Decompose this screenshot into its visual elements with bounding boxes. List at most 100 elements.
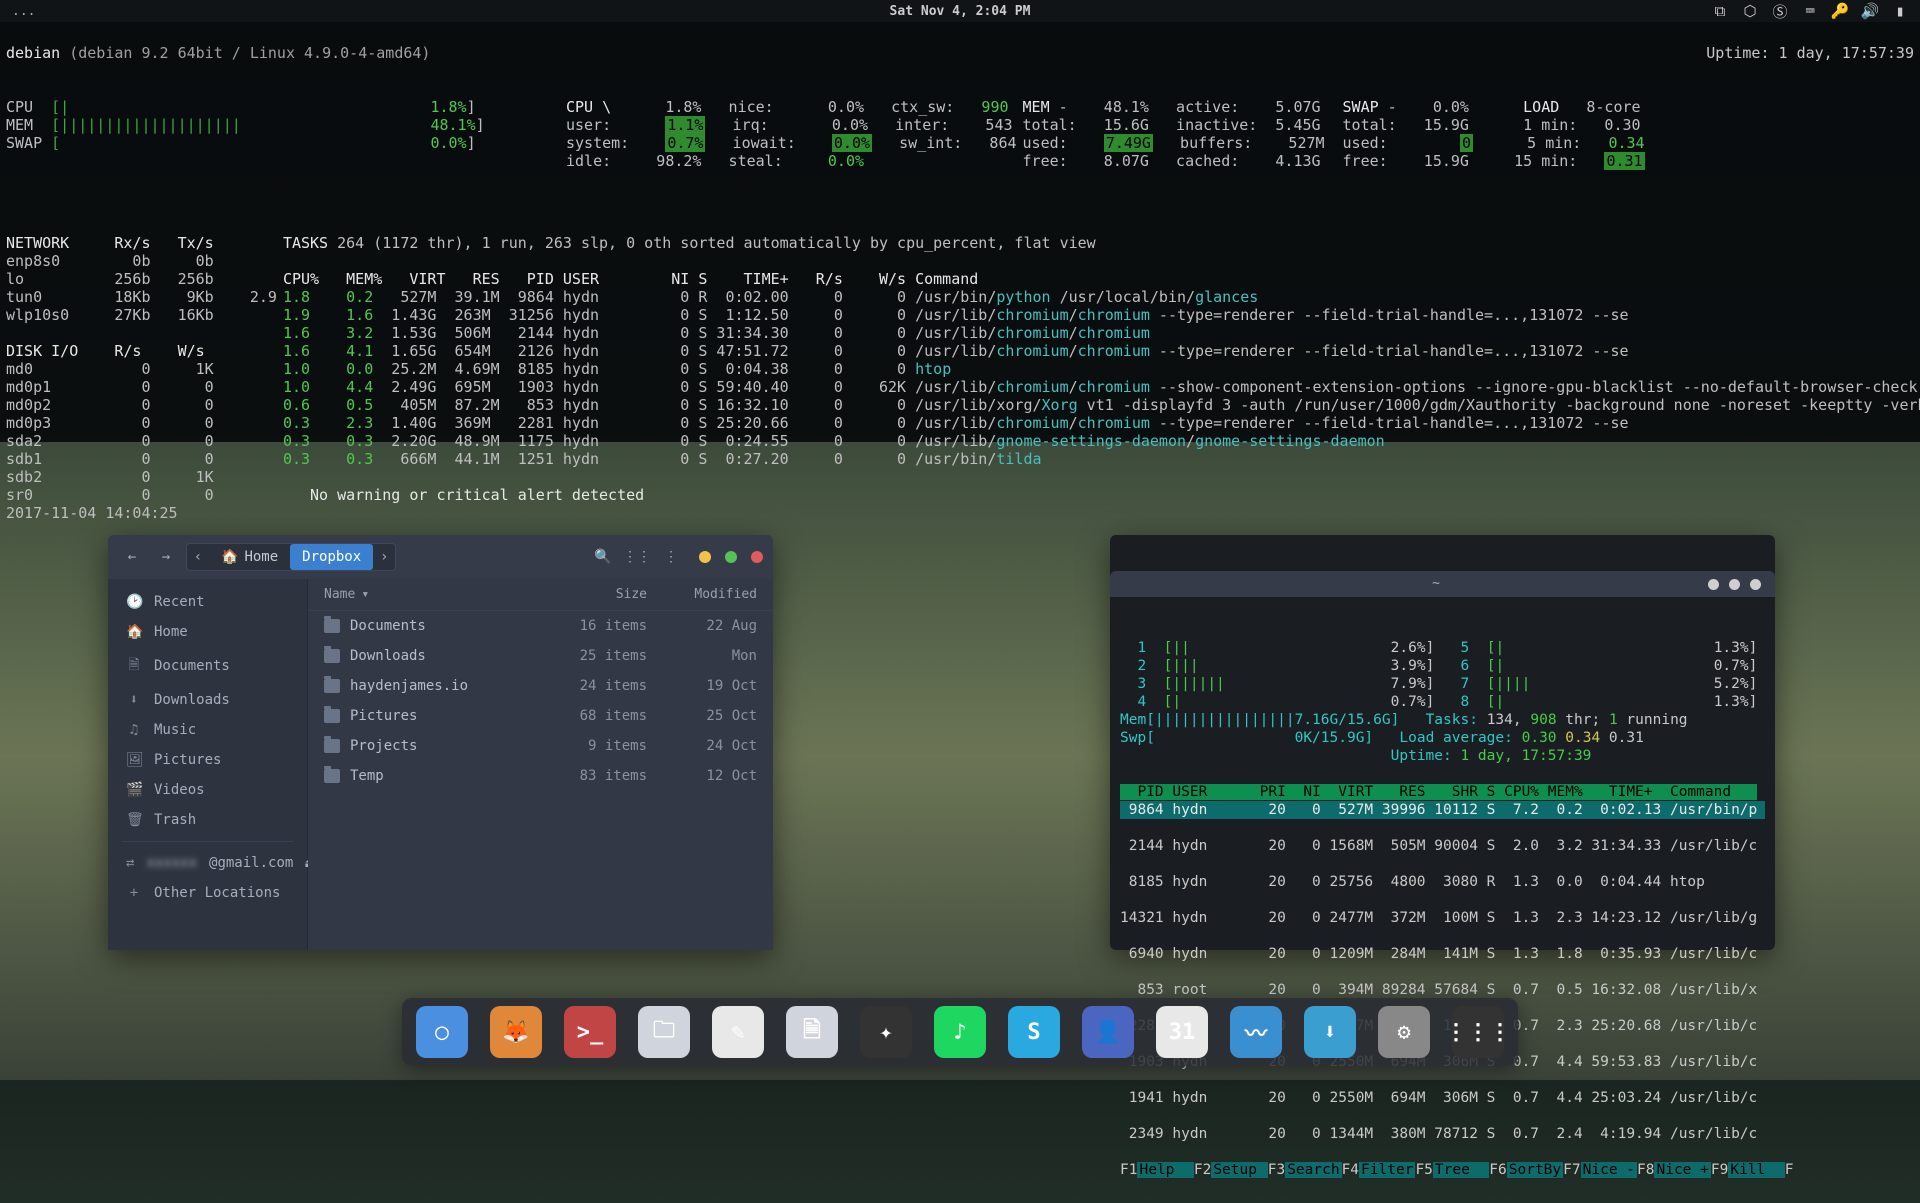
skype-tray-icon[interactable]: Ⓢ [1772, 3, 1788, 19]
sidebar-item-documents[interactable]: 🗎Documents [108, 647, 307, 685]
file-row[interactable]: haydenjames.io 24 items19 Oct [308, 671, 773, 701]
htop-window: ~ 1 [|| 2.6%] 5 [| 1.3%] 2 [||| 3.9%] 6 … [1110, 535, 1775, 950]
view-grid-icon[interactable]: ⋮⋮ [623, 543, 651, 571]
forward-button[interactable]: → [152, 543, 180, 571]
system-tray: ⧉ ⬡ Ⓢ ⌨ 🔑 🔊 ▮ [1712, 3, 1908, 19]
process-row[interactable]: 8185 hydn 20 0 25756 4800 3080 R 1.3 0.0… [1120, 873, 1765, 891]
process-row[interactable]: 14321 hydn 20 0 2477M 372M 100M S 1.3 2.… [1120, 909, 1765, 927]
apps-icon: ⋮⋮⋮ [1445, 1020, 1511, 1045]
dock-document[interactable]: 🗎 [786, 1006, 838, 1058]
process-row[interactable]: 2349 hydn 20 0 1344M 380M 78712 S 0.7 2.… [1120, 1125, 1765, 1143]
calendar-icon: 31 [1169, 1020, 1196, 1045]
file-row[interactable]: Pictures 68 items25 Oct [308, 701, 773, 731]
sidebar-other-locations[interactable]: +Other Locations [108, 878, 307, 908]
monitor-icon: 〰 [1245, 1016, 1267, 1048]
dropbox-icon[interactable]: ⬡ [1742, 3, 1758, 19]
column-name[interactable]: Name▾ [324, 587, 537, 602]
file-list: Name▾ Size Modified Documents 16 items22… [308, 579, 773, 950]
process-row[interactable]: 6940 hydn 20 0 1209M 284M 141M S 1.3 1.8… [1120, 945, 1765, 963]
htop-columns[interactable]: PID USER PRI NI VIRT RES SHR S CPU% MEM%… [1120, 784, 1757, 800]
path-next-icon[interactable]: › [373, 543, 395, 571]
sidebar-item-trash[interactable]: 🗑Trash [108, 805, 307, 835]
sidebar-item-videos[interactable]: 🎬Videos [108, 775, 307, 805]
process-row[interactable]: 853 root 20 0 394M 89284 57684 S 0.7 0.5… [1120, 981, 1765, 999]
files-headerbar: ← → ‹ 🏠 Home Dropbox › 🔍 ⋮⋮ ⋮ [108, 535, 773, 579]
file-row[interactable]: Downloads 25 itemsMon [308, 641, 773, 671]
sidebar-item-downloads[interactable]: ⬇Downloads [108, 685, 307, 715]
path-home[interactable]: 🏠 Home [209, 549, 290, 565]
clock[interactable]: Sat Nov 4, 2:04 PM [890, 4, 1031, 19]
path-bar: ‹ 🏠 Home Dropbox › [186, 543, 396, 571]
screenshot-icon[interactable]: ⧉ [1712, 3, 1728, 19]
dock-monitor[interactable]: 〰 [1230, 1006, 1282, 1058]
window-minimize[interactable] [1708, 579, 1719, 590]
column-modified[interactable]: Modified [647, 587, 757, 602]
dock-settings[interactable]: ⚙ [1378, 1006, 1430, 1058]
folder-icon [324, 679, 340, 693]
process-row[interactable]: 9864 hydn 20 0 527M 39996 10112 S 7.2 0.… [1120, 801, 1765, 819]
folder-icon [324, 709, 340, 723]
dock-contacts[interactable]: 👤 [1082, 1006, 1134, 1058]
dock-photos[interactable]: ✦ [860, 1006, 912, 1058]
dock-terminal[interactable]: >_ [564, 1006, 616, 1058]
folder-icon [324, 649, 340, 663]
dock-apps[interactable]: ⋮⋮⋮ [1452, 1006, 1504, 1058]
gnome-top-panel: ... Sat Nov 4, 2:04 PM ⧉ ⬡ Ⓢ ⌨ 🔑 🔊 ▮ [0, 0, 1920, 22]
folder-icon [324, 739, 340, 753]
file-row[interactable]: Projects 9 items24 Oct [308, 731, 773, 761]
window-close[interactable] [751, 551, 763, 563]
battery-icon[interactable]: ▮ [1892, 3, 1908, 19]
window-maximize[interactable] [1729, 579, 1740, 590]
activities-button[interactable]: ... [12, 4, 35, 19]
chrome-icon: ◯ [435, 1020, 448, 1045]
firefox-icon: 🦊 [502, 1020, 529, 1045]
process-row[interactable]: 1941 hydn 20 0 2550M 694M 306M S 0.7 4.4… [1120, 1089, 1765, 1107]
htop-title: ~ [1164, 575, 1708, 593]
sidebar-network-account[interactable]: ⇄xxxxxx@gmail.com⏏ [108, 848, 307, 878]
document-icon: 🗎 [803, 1013, 821, 1051]
uptime-text: Uptime: 1 day, 17:57:39 [1706, 44, 1914, 62]
gedit-icon: ✎ [731, 1020, 744, 1045]
keyboard-icon[interactable]: ⌨ [1802, 3, 1818, 19]
videos-icon: 🎬 [126, 782, 142, 798]
dock-downloader[interactable]: ⬇ [1304, 1006, 1356, 1058]
photos-icon: ✦ [879, 1020, 892, 1045]
spotify-icon: ♪ [953, 1020, 966, 1045]
path-dropbox[interactable]: Dropbox [290, 544, 373, 570]
trash-icon: 🗑 [126, 812, 142, 828]
sidebar-item-music[interactable]: ♫Music [108, 715, 307, 745]
skype-icon: S [1027, 1020, 1040, 1045]
dock-calendar[interactable]: 31 [1156, 1006, 1208, 1058]
dock-skype[interactable]: S [1008, 1006, 1060, 1058]
back-button[interactable]: ← [118, 543, 146, 571]
dock-gedit[interactable]: ✎ [712, 1006, 764, 1058]
column-size[interactable]: Size [537, 587, 647, 602]
dock-chrome[interactable]: ◯ [416, 1006, 468, 1058]
file-row[interactable]: Temp 83 items12 Oct [308, 761, 773, 791]
htop-fkeys[interactable]: F1Help F2Setup F3SearchF4FilterF5Tree F6… [1120, 1162, 1793, 1178]
hamburger-icon[interactable]: ⋮ [657, 543, 685, 571]
files-sidebar: 🕑Recent🏠Home🗎Documents⬇Downloads♫Music🖼P… [108, 579, 308, 950]
files-icon: 🗀 [653, 1013, 675, 1051]
htop-body: 1 [|| 2.6%] 5 [| 1.3%] 2 [||| 3.9%] 6 [|… [1110, 633, 1775, 1185]
volume-icon[interactable]: 🔊 [1862, 3, 1878, 19]
dock-spotify[interactable]: ♪ [934, 1006, 986, 1058]
downloader-icon: ⬇ [1323, 1020, 1336, 1045]
sort-indicator-icon: ▾ [361, 587, 369, 602]
sidebar-item-pictures[interactable]: 🖼Pictures [108, 745, 307, 775]
dock: ◯ 🦊 >_ 🗀 ✎ 🗎 ✦ ♪ S 👤 31 〰 ⬇ ⚙ ⋮⋮⋮ [402, 998, 1518, 1066]
vpn-icon[interactable]: 🔑 [1832, 3, 1848, 19]
window-close[interactable] [1750, 579, 1761, 590]
window-maximize[interactable] [725, 551, 737, 563]
process-row[interactable]: 2144 hydn 20 0 1568M 505M 90004 S 2.0 3.… [1120, 837, 1765, 855]
documents-icon: 🗎 [126, 654, 142, 678]
path-prev-icon[interactable]: ‹ [187, 543, 209, 571]
sidebar-item-recent[interactable]: 🕑Recent [108, 587, 307, 617]
sidebar-item-home[interactable]: 🏠Home [108, 617, 307, 647]
dock-firefox[interactable]: 🦊 [490, 1006, 542, 1058]
dock-files[interactable]: 🗀 [638, 1006, 690, 1058]
window-minimize[interactable] [699, 551, 711, 563]
search-icon[interactable]: 🔍 [589, 543, 617, 571]
file-row[interactable]: Documents 16 items22 Aug [308, 611, 773, 641]
home-icon: 🏠 [126, 624, 142, 640]
